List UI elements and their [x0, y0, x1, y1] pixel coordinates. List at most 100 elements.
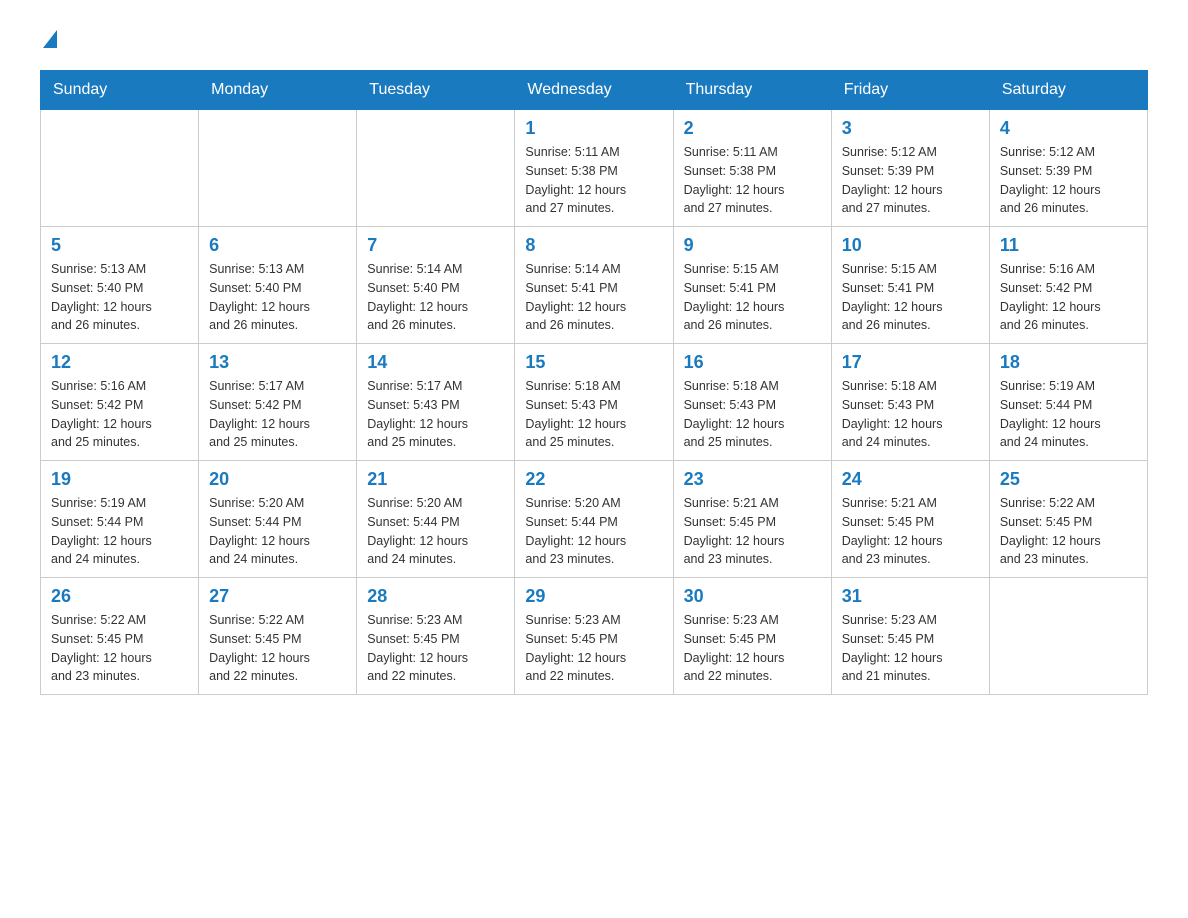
day-info: Sunrise: 5:16 AM Sunset: 5:42 PM Dayligh…	[1000, 260, 1137, 335]
calendar-cell: 6Sunrise: 5:13 AM Sunset: 5:40 PM Daylig…	[199, 227, 357, 344]
day-info: Sunrise: 5:23 AM Sunset: 5:45 PM Dayligh…	[525, 611, 662, 686]
day-number: 15	[525, 352, 662, 373]
day-info: Sunrise: 5:15 AM Sunset: 5:41 PM Dayligh…	[842, 260, 979, 335]
calendar-cell	[199, 110, 357, 227]
day-info: Sunrise: 5:12 AM Sunset: 5:39 PM Dayligh…	[1000, 143, 1137, 218]
day-number: 31	[842, 586, 979, 607]
calendar-cell: 7 Sunrise: 5:14 AM Sunset: 5:40 PM Daylig…	[357, 227, 515, 344]
day-number: 24	[842, 469, 979, 490]
calendar-cell: 20 Sunrise: 5:20 AM Sunset: 5:44 PM Dayli…	[199, 461, 357, 578]
calendar-cell: 29 Sunrise: 5:23 AM Sunset: 5:45 PM Dayli…	[515, 578, 673, 695]
day-info: Sunrise: 5:23 AM Sunset: 5:45 PM Dayligh…	[367, 611, 504, 686]
calendar-cell: 24 Sunrise: 5:21 AM Sunset: 5:45 PM Dayli…	[831, 461, 989, 578]
calendar-cell: 13 Sunrise: 5:17 AM Sunset: 5:42 PM Dayli…	[199, 344, 357, 461]
day-info: Sunrise: 5:20 AM Sunset: 5:44 PM Dayligh…	[367, 494, 504, 569]
day-number: 10	[842, 235, 979, 256]
calendar-cell: 26 Sunrise: 5:22 AM Sunset: 5:45 PM Dayli…	[41, 578, 199, 695]
col-header-sunday: Sunday	[41, 71, 199, 110]
day-number: 20	[209, 469, 346, 490]
day-info: Sunrise: 5:21 AM Sunset: 5:45 PM Dayligh…	[684, 494, 821, 569]
day-number: 22	[525, 469, 662, 490]
day-number: 2	[684, 118, 821, 139]
day-info: Sunrise: 5:18 AM Sunset: 5:43 PM Dayligh…	[525, 377, 662, 452]
day-number: 1	[525, 118, 662, 139]
day-info: Sunrise: 5:23 AM Sunset: 5:45 PM Dayligh…	[684, 611, 821, 686]
day-info: Sunrise: 5:11 AM Sunset: 5:38 PM Dayligh…	[525, 143, 662, 218]
calendar-cell: 14Sunrise: 5:17 AM Sunset: 5:43 PM Dayli…	[357, 344, 515, 461]
calendar-cell: 12 Sunrise: 5:16 AM Sunset: 5:42 PM Dayli…	[41, 344, 199, 461]
logo-triangle	[43, 30, 57, 48]
calendar-cell	[357, 110, 515, 227]
day-number: 5	[51, 235, 188, 256]
day-info: Sunrise: 5:17 AM Sunset: 5:42 PM Dayligh…	[209, 377, 346, 452]
day-number: 27	[209, 586, 346, 607]
page-header	[40, 30, 1148, 50]
day-number: 4	[1000, 118, 1137, 139]
calendar-cell: 8Sunrise: 5:14 AM Sunset: 5:41 PM Daylig…	[515, 227, 673, 344]
day-number: 9	[684, 235, 821, 256]
col-header-thursday: Thursday	[673, 71, 831, 110]
calendar-cell: 2 Sunrise: 5:11 AM Sunset: 5:38 PM Daylig…	[673, 110, 831, 227]
day-info: Sunrise: 5:16 AM Sunset: 5:42 PM Dayligh…	[51, 377, 188, 452]
col-header-saturday: Saturday	[989, 71, 1147, 110]
calendar-cell: 16 Sunrise: 5:18 AM Sunset: 5:43 PM Dayli…	[673, 344, 831, 461]
day-info: Sunrise: 5:19 AM Sunset: 5:44 PM Dayligh…	[51, 494, 188, 569]
logo	[40, 30, 57, 50]
day-info: Sunrise: 5:15 AM Sunset: 5:41 PM Dayligh…	[684, 260, 821, 335]
calendar-cell: 3 Sunrise: 5:12 AM Sunset: 5:39 PM Daylig…	[831, 110, 989, 227]
day-info: Sunrise: 5:20 AM Sunset: 5:44 PM Dayligh…	[525, 494, 662, 569]
day-info: Sunrise: 5:22 AM Sunset: 5:45 PM Dayligh…	[209, 611, 346, 686]
day-info: Sunrise: 5:21 AM Sunset: 5:45 PM Dayligh…	[842, 494, 979, 569]
week-row-3: 12 Sunrise: 5:16 AM Sunset: 5:42 PM Dayli…	[41, 344, 1148, 461]
calendar-cell: 30 Sunrise: 5:23 AM Sunset: 5:45 PM Dayli…	[673, 578, 831, 695]
day-number: 25	[1000, 469, 1137, 490]
calendar-cell: 27 Sunrise: 5:22 AM Sunset: 5:45 PM Dayli…	[199, 578, 357, 695]
calendar-cell	[989, 578, 1147, 695]
day-number: 7	[367, 235, 504, 256]
calendar-cell: 31 Sunrise: 5:23 AM Sunset: 5:45 PM Dayli…	[831, 578, 989, 695]
day-number: 3	[842, 118, 979, 139]
day-info: Sunrise: 5:18 AM Sunset: 5:43 PM Dayligh…	[684, 377, 821, 452]
day-number: 12	[51, 352, 188, 373]
calendar-cell: 17Sunrise: 5:18 AM Sunset: 5:43 PM Dayli…	[831, 344, 989, 461]
day-info: Sunrise: 5:14 AM Sunset: 5:41 PM Dayligh…	[525, 260, 662, 335]
col-header-monday: Monday	[199, 71, 357, 110]
calendar-cell: 1 Sunrise: 5:11 AM Sunset: 5:38 PM Daylig…	[515, 110, 673, 227]
day-number: 18	[1000, 352, 1137, 373]
day-info: Sunrise: 5:20 AM Sunset: 5:44 PM Dayligh…	[209, 494, 346, 569]
day-number: 16	[684, 352, 821, 373]
calendar-cell: 4 Sunrise: 5:12 AM Sunset: 5:39 PM Daylig…	[989, 110, 1147, 227]
col-header-tuesday: Tuesday	[357, 71, 515, 110]
day-number: 28	[367, 586, 504, 607]
day-info: Sunrise: 5:12 AM Sunset: 5:39 PM Dayligh…	[842, 143, 979, 218]
calendar-cell: 10 Sunrise: 5:15 AM Sunset: 5:41 PM Dayli…	[831, 227, 989, 344]
day-info: Sunrise: 5:13 AM Sunset: 5:40 PM Dayligh…	[209, 260, 346, 335]
calendar-table: SundayMondayTuesdayWednesdayThursdayFrid…	[40, 70, 1148, 695]
day-number: 30	[684, 586, 821, 607]
day-info: Sunrise: 5:11 AM Sunset: 5:38 PM Dayligh…	[684, 143, 821, 218]
day-number: 21	[367, 469, 504, 490]
day-info: Sunrise: 5:14 AM Sunset: 5:40 PM Dayligh…	[367, 260, 504, 335]
day-number: 23	[684, 469, 821, 490]
col-header-friday: Friday	[831, 71, 989, 110]
day-number: 14	[367, 352, 504, 373]
calendar-cell: 18 Sunrise: 5:19 AM Sunset: 5:44 PM Dayli…	[989, 344, 1147, 461]
week-row-1: 1 Sunrise: 5:11 AM Sunset: 5:38 PM Daylig…	[41, 110, 1148, 227]
day-info: Sunrise: 5:19 AM Sunset: 5:44 PM Dayligh…	[1000, 377, 1137, 452]
day-info: Sunrise: 5:23 AM Sunset: 5:45 PM Dayligh…	[842, 611, 979, 686]
week-row-4: 19Sunrise: 5:19 AM Sunset: 5:44 PM Dayli…	[41, 461, 1148, 578]
calendar-cell: 15 Sunrise: 5:18 AM Sunset: 5:43 PM Dayli…	[515, 344, 673, 461]
calendar-cell: 23 Sunrise: 5:21 AM Sunset: 5:45 PM Dayli…	[673, 461, 831, 578]
day-number: 11	[1000, 235, 1137, 256]
day-number: 29	[525, 586, 662, 607]
calendar-cell: 5Sunrise: 5:13 AM Sunset: 5:40 PM Daylig…	[41, 227, 199, 344]
calendar-cell	[41, 110, 199, 227]
day-info: Sunrise: 5:18 AM Sunset: 5:43 PM Dayligh…	[842, 377, 979, 452]
day-info: Sunrise: 5:22 AM Sunset: 5:45 PM Dayligh…	[51, 611, 188, 686]
calendar-cell: 22 Sunrise: 5:20 AM Sunset: 5:44 PM Dayli…	[515, 461, 673, 578]
day-number: 26	[51, 586, 188, 607]
calendar-cell: 21 Sunrise: 5:20 AM Sunset: 5:44 PM Dayli…	[357, 461, 515, 578]
day-number: 13	[209, 352, 346, 373]
calendar-cell: 25Sunrise: 5:22 AM Sunset: 5:45 PM Dayli…	[989, 461, 1147, 578]
col-header-wednesday: Wednesday	[515, 71, 673, 110]
